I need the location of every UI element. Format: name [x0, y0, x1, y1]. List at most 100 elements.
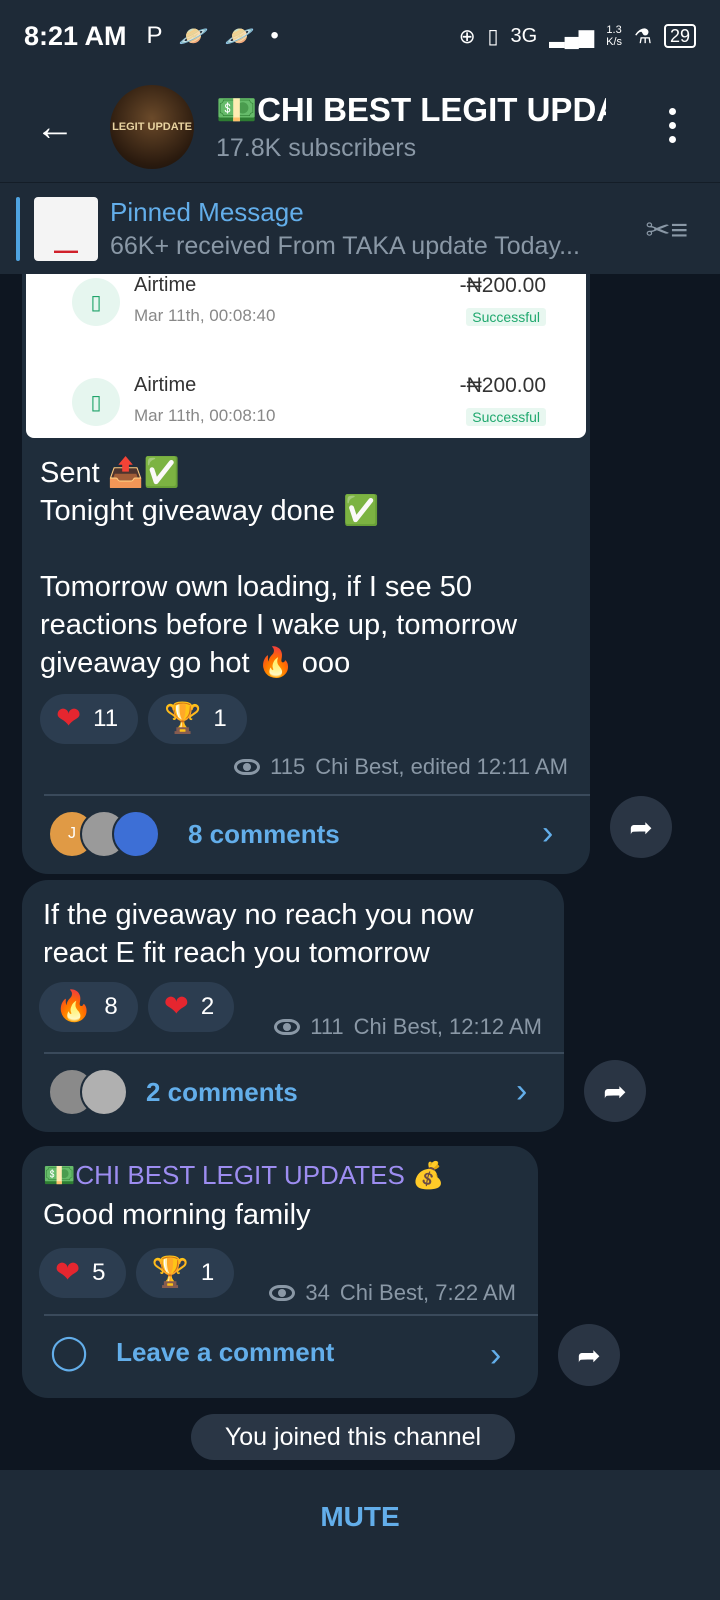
message-author-time: Chi Best, 12:12 AM [353, 1014, 542, 1039]
reaction-count: 5 [92, 1259, 106, 1286]
flask-icon: ⚗ [634, 25, 652, 48]
reaction-chip[interactable]: 🏆 1 [135, 1248, 235, 1298]
reactions-row: 🔥 8 ❤ 2 [39, 982, 235, 1032]
message-meta: 115 Chi Best, edited 12:11 AM [234, 754, 568, 780]
message-author-time: Chi Best, edited 12:11 AM [315, 754, 568, 779]
trophy-icon: 🏆 [151, 1256, 189, 1289]
receipt-title: Airtime [134, 274, 197, 296]
data-saver-icon: ⊕ [458, 25, 476, 48]
eye-icon [234, 759, 261, 775]
receipt-date: Mar 11th, 00:08:40 [134, 306, 276, 325]
status-time: 8:21 AM [24, 20, 127, 51]
reaction-count: 2 [200, 993, 215, 1020]
phone-icon: ▯ [72, 278, 120, 326]
share-button[interactable]: ➦ [558, 1324, 620, 1386]
share-button[interactable]: ➦ [610, 796, 672, 858]
divider [44, 794, 590, 796]
receipt-date: Mar 11th, 00:08:10 [134, 406, 276, 425]
receipt-amount: -₦200.00 [459, 374, 546, 397]
bottom-bar: MUTE [0, 1470, 720, 1600]
reaction-chip[interactable]: ❤ 5 [39, 1248, 126, 1298]
service-message: You joined this channel [191, 1414, 515, 1460]
eye-icon [269, 1285, 296, 1301]
net-speed: 1.3 K/s [606, 24, 622, 48]
battery-indicator: 29 [663, 24, 696, 48]
comment-bubble-icon: ◯ [50, 1333, 89, 1371]
message-meta: 34 Chi Best, 7:22 AM [269, 1280, 516, 1306]
message-text: Sent 📤✅ Tonight giveaway done ✅ Tomorrow… [40, 457, 518, 679]
view-count: 111 [310, 1014, 344, 1039]
message-bubble[interactable]: ▯ Airtime Mar 11th, 00:08:40 -₦200.00 Su… [22, 274, 590, 874]
comments-label: Leave a comment [116, 1336, 335, 1367]
trophy-icon: 🏆 [164, 702, 202, 735]
chevron-right-icon: › [516, 1072, 528, 1110]
subscriber-count: 17.8K subscribers [216, 134, 417, 162]
channel-info[interactable]: 💵CHI BEST LEGIT UPDA 17.8K subscribers [216, 91, 606, 163]
pinned-message-bar[interactable]: ▬▬▬ Pinned Message 66K+ received From TA… [0, 182, 720, 274]
comments-button[interactable]: 2 comments [48, 1068, 298, 1116]
message-text: If the giveaway no reach you now react E… [43, 899, 474, 969]
receipt-status: Successful [466, 408, 546, 426]
pinned-title: Pinned Message [110, 196, 304, 227]
avatar-logo-text: LEGIT UPDATE [112, 121, 192, 133]
receipt-row: ▯ Airtime Mar 11th, 00:08:10 -₦200.00 Su… [26, 372, 586, 462]
net-speed-unit: K/s [606, 36, 623, 48]
reaction-chip[interactable]: ❤ 11 [40, 694, 139, 744]
pinned-thumbnail: ▬▬▬ [34, 196, 98, 261]
channel-header: ← LEGIT UPDATE 💵CHI BEST LEGIT UPDA 17.8… [0, 72, 720, 182]
pinned-list-icon[interactable]: ✂≡ [645, 213, 688, 248]
eye-icon [274, 1019, 301, 1035]
leave-comment-button[interactable]: ◯ Leave a comment [50, 1332, 334, 1372]
view-count: 115 [270, 754, 306, 779]
signal-icon: ▂▄▆ [549, 25, 595, 48]
dot-icon: • [270, 22, 279, 49]
avatar [80, 1068, 128, 1116]
reaction-count: 1 [200, 1259, 215, 1286]
phone-icon: ▯ [72, 378, 120, 426]
message-author-time: Chi Best, 7:22 AM [339, 1280, 516, 1305]
chevron-right-icon: › [542, 814, 554, 852]
channel-avatar[interactable]: LEGIT UPDATE [110, 85, 194, 169]
reaction-chip[interactable]: ❤ 2 [147, 982, 235, 1032]
p-app-icon: P [146, 22, 163, 49]
heart-icon: ❤ [56, 702, 82, 735]
sender-name[interactable]: 💵CHI BEST LEGIT UPDATES 💰 [43, 1160, 444, 1191]
comments-label: 2 comments [146, 1076, 298, 1107]
message-bubble[interactable]: If the giveaway no reach you now react E… [22, 880, 564, 1132]
pinned-preview: 66K+ received From TAKA update Today... [110, 231, 580, 260]
system-icons: ⊕ ▯ 3G ▂▄▆ 1.3 K/s ⚗ 29 [459, 24, 696, 49]
fire-icon: 🔥 [55, 990, 93, 1023]
status-bar: 8:21 AM P 🪐 🪐 • ⊕ ▯ 3G ▂▄▆ 1.3 K/s ⚗ 29 [0, 0, 720, 72]
channel-title: 💵CHI BEST LEGIT UPDA [216, 91, 606, 128]
message-bubble[interactable]: 💵CHI BEST LEGIT UPDATES 💰 Good morning f… [22, 1146, 538, 1398]
divider [44, 1314, 538, 1316]
divider [44, 1052, 564, 1054]
receipt-row: ▯ Airtime Mar 11th, 00:08:40 -₦200.00 Su… [26, 274, 586, 362]
pin-indicator [16, 196, 20, 261]
heart-icon: ❤ [163, 990, 189, 1023]
comments-label: 8 comments [188, 818, 340, 849]
share-button[interactable]: ➦ [584, 1060, 646, 1122]
view-count: 34 [305, 1280, 330, 1305]
mute-button[interactable]: MUTE [320, 1501, 399, 1533]
receipt-amount: -₦200.00 [459, 274, 546, 297]
chevron-right-icon: › [490, 1336, 502, 1374]
comments-button[interactable]: J 8 comments [48, 810, 340, 858]
network-label: 3G [510, 24, 538, 47]
reaction-count: 11 [93, 705, 119, 732]
message-text: Good morning family [43, 1199, 311, 1231]
notification-icons: P 🪐 🪐 • [147, 22, 279, 51]
heart-icon: ❤ [55, 1256, 81, 1289]
net-speed-value: 1.3 [606, 24, 622, 36]
reaction-chip[interactable]: 🏆 1 [148, 694, 247, 744]
reaction-chip[interactable]: 🔥 8 [39, 982, 138, 1032]
receipt-status: Successful [466, 308, 546, 326]
more-options-icon[interactable] [669, 108, 676, 143]
receipt-image[interactable]: ▯ Airtime Mar 11th, 00:08:40 -₦200.00 Su… [26, 274, 586, 438]
reactions-row: ❤ 5 🏆 1 [39, 1248, 235, 1298]
back-arrow-icon[interactable]: ← [0, 105, 110, 150]
chat-area[interactable]: ▯ Airtime Mar 11th, 00:08:40 -₦200.00 Su… [0, 274, 720, 1470]
avatar [112, 810, 160, 858]
receipt-title: Airtime [134, 374, 197, 396]
reaction-count: 8 [104, 993, 118, 1020]
